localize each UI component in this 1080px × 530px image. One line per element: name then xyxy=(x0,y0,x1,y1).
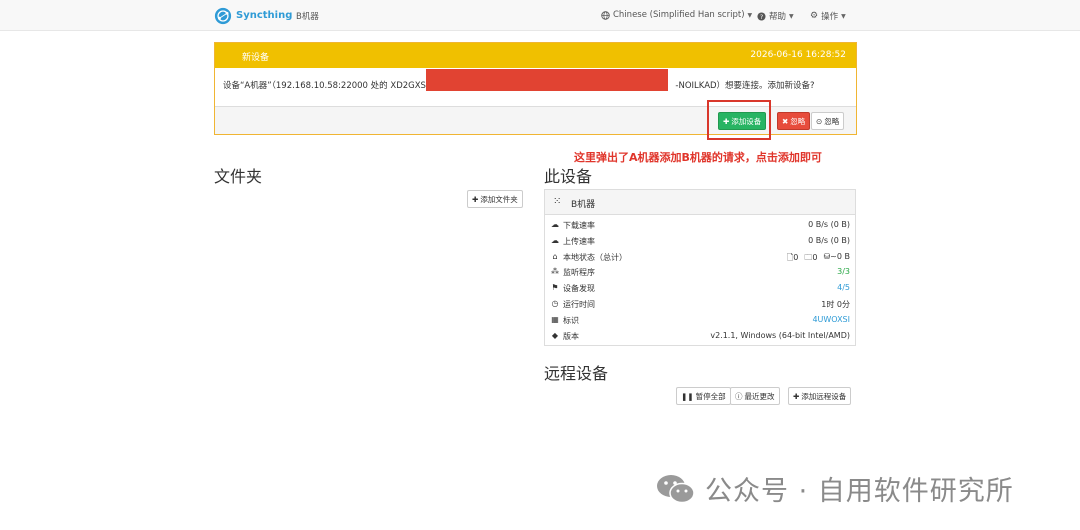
this-device-name: B机器 xyxy=(571,200,596,210)
help-icon: ? xyxy=(757,11,766,20)
notification-date: 2026-06-16 16:28:52 xyxy=(750,50,846,60)
stat-row-upload: ☁ 上传速率 0 B/s (0 B) xyxy=(545,234,855,250)
cloud-upload-icon: ☁ xyxy=(551,235,559,245)
size-value: ~0 B xyxy=(830,251,850,261)
recent-changes-label: 最近更改 xyxy=(744,391,775,401)
this-device-panel: ⁙ B机器 ☁ 下载速率 0 B/s (0 B) ☁ 上传速率 0 B/s (0… xyxy=(544,189,856,346)
gear-icon: ⚙ xyxy=(810,11,819,21)
help-menu[interactable]: ? 帮助 ▼ xyxy=(757,10,794,22)
stat-row-local-state: ⌂ 本地状态（总计） 🗋0 🗀0 ⛁~0 B xyxy=(545,250,855,266)
stat-label: 运行时间 xyxy=(563,299,595,309)
notification-header: 新设备 2026-06-16 16:28:52 xyxy=(215,43,856,68)
notification-title: 新设备 xyxy=(242,53,270,63)
info-icon: ⓘ xyxy=(735,391,743,401)
stat-value: 1时 0分 xyxy=(821,299,850,309)
listeners-value[interactable]: 3/3 xyxy=(837,267,850,276)
actions-label: 操作 xyxy=(821,12,839,22)
chevron-down-icon: ▼ xyxy=(789,12,794,20)
chevron-down-icon: ▼ xyxy=(841,12,846,20)
stat-row-identification: ▦ 标识 4UWOXSI xyxy=(545,313,855,329)
plus-icon: ✚ xyxy=(472,194,479,204)
stat-row-version: ◆ 版本 v2.1.1, Windows (64-bit Intel/AMD) xyxy=(545,329,855,345)
wechat-icon xyxy=(657,474,695,503)
qrcode-icon: ▦ xyxy=(551,314,559,324)
home-icon: ⌂ xyxy=(552,251,558,261)
stat-row-download: ☁ 下载速率 0 B/s (0 B) xyxy=(545,218,855,234)
redaction-bar xyxy=(426,69,668,91)
files-count: 🗋0 xyxy=(787,252,799,266)
device-identicon-icon: ⁙ xyxy=(553,196,562,207)
stat-value: 0 B/s (0 B) xyxy=(808,220,850,229)
tag-icon: ◆ xyxy=(551,330,559,340)
message-start: 设备“A机器”（192.168.10.58:22000 处的 XD2GXSH- xyxy=(223,81,436,91)
watermark-text: 公众号 · 自用软件研究所 xyxy=(705,476,1014,507)
ignore-device-button[interactable]: ✖ 忽略 xyxy=(777,112,811,130)
syncthing-logo-icon xyxy=(214,7,232,24)
language-menu[interactable]: Chinese (Simplified Han script) ▼ xyxy=(601,10,752,20)
signpost-icon: ⚑ xyxy=(551,283,559,293)
actions-menu[interactable]: ⚙ 操作 ▼ xyxy=(810,10,846,22)
remote-devices-title: 远程设备 xyxy=(544,364,609,383)
message-end: -NOILKAD）想要连接。添加新设备? xyxy=(675,81,815,91)
stat-label: 下载速率 xyxy=(563,221,595,230)
stat-label: 监听程序 xyxy=(563,268,595,278)
navbar: Syncthing B机器 Chinese (Simplified Han sc… xyxy=(0,0,1080,31)
folders-count: 🗀0 xyxy=(804,252,817,266)
stat-row-listeners: ⁂ 监听程序 3/3 xyxy=(545,265,855,281)
this-device-header[interactable]: ⁙ B机器 xyxy=(545,190,855,215)
clock-icon: ⊙ xyxy=(816,116,823,126)
cloud-download-icon: ☁ xyxy=(551,220,559,229)
recent-changes-button[interactable]: ⓘ 最近更改 xyxy=(730,387,780,405)
svg-text:?: ? xyxy=(760,13,763,20)
stat-value: v2.1.1, Windows (64-bit Intel/AMD) xyxy=(710,330,850,340)
this-device-stats: ☁ 下载速率 0 B/s (0 B) ☁ 上传速率 0 B/s (0 B) ⌂ … xyxy=(545,218,855,344)
files-value: 0 xyxy=(793,252,799,262)
globe-icon xyxy=(601,10,610,20)
brand-name: Syncthing xyxy=(236,10,293,21)
size-total: ⛁~0 B xyxy=(823,252,850,266)
folders-value: 0 xyxy=(812,252,818,262)
folders-title: 文件夹 xyxy=(214,167,263,186)
device-id-link[interactable]: 4UWOXSI xyxy=(812,315,850,324)
annotation-text: 这里弹出了A机器添加B机器的请求，点击添加即可 xyxy=(574,151,822,164)
this-device-title: 此设备 xyxy=(544,167,593,186)
stat-label: 设备发现 xyxy=(563,284,595,294)
stat-row-uptime: ◷ 运行时间 1时 0分 xyxy=(545,297,855,313)
add-folder-label: 添加文件夹 xyxy=(480,194,518,204)
stat-row-discovery: ⚑ 设备发现 4/5 xyxy=(545,281,855,297)
device-name: B机器 xyxy=(296,12,319,22)
add-folder-button[interactable]: ✚ 添加文件夹 xyxy=(467,190,523,208)
pause-icon: ❚❚ xyxy=(681,391,694,401)
brand[interactable]: Syncthing xyxy=(214,6,292,25)
clock-icon: ◷ xyxy=(551,298,559,308)
add-remote-device-button[interactable]: ✚ 添加远程设备 xyxy=(788,387,852,405)
sitemap-icon: ⁂ xyxy=(551,267,559,277)
annotation-highlight-box xyxy=(707,100,771,140)
pause-all-label: 暂停全部 xyxy=(695,391,726,401)
dismiss-label: 忽略 xyxy=(824,116,840,126)
discovery-value[interactable]: 4/5 xyxy=(837,283,850,292)
stat-label: 版本 xyxy=(563,331,579,341)
chevron-down-icon: ▼ xyxy=(747,11,753,19)
stat-value: 0 B/s (0 B) xyxy=(808,235,850,245)
help-label: 帮助 xyxy=(769,12,787,22)
local-state-values: 🗋0 🗀0 ⛁~0 B xyxy=(787,252,850,266)
dismiss-button[interactable]: ⊙ 忽略 xyxy=(811,112,845,130)
pause-all-button[interactable]: ❚❚ 暂停全部 xyxy=(676,387,731,405)
stat-label: 标识 xyxy=(563,315,579,325)
ignore-device-label: 忽略 xyxy=(790,116,806,126)
language-label: Chinese (Simplified Han script) xyxy=(613,10,745,20)
stat-label: 上传速率 xyxy=(563,236,595,246)
plus-icon: ✚ xyxy=(793,391,800,401)
stat-label: 本地状态（总计） xyxy=(563,252,627,262)
watermark: 公众号 · 自用软件研究所 xyxy=(655,469,1014,508)
close-icon: ✖ xyxy=(782,116,789,126)
add-remote-label: 添加远程设备 xyxy=(801,391,847,401)
